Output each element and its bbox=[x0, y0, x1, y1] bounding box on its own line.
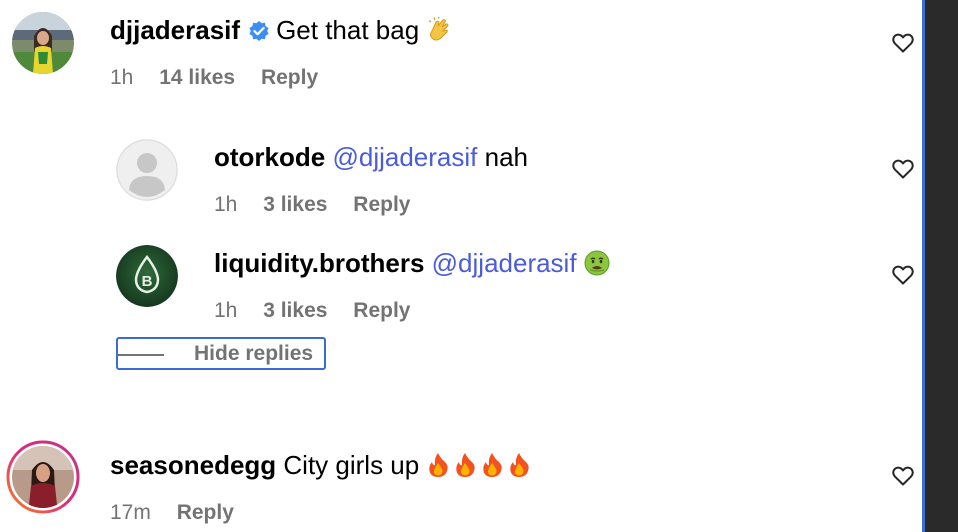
comment-text-line: djjaderasif Get that bag bbox=[110, 15, 452, 49]
comment-meta: 1h 14 likes Reply bbox=[110, 65, 338, 91]
reply-body: nah bbox=[484, 142, 528, 172]
avatar-seasonedegg[interactable] bbox=[6, 440, 80, 514]
fire-icon bbox=[426, 452, 534, 484]
comments-pane: djjaderasif Get that bag 1h 14 likes Repl… bbox=[0, 0, 922, 532]
reply-meta: 1h 3 likes Reply bbox=[214, 298, 430, 324]
reply-time[interactable]: 1h bbox=[214, 299, 237, 322]
avatar-liquidity-brothers[interactable]: B bbox=[116, 245, 178, 307]
comment-username[interactable]: seasonedegg bbox=[110, 450, 276, 480]
window-edge bbox=[922, 0, 925, 532]
avatar-djjaderasif[interactable] bbox=[12, 12, 74, 74]
comment-text-line: seasonedegg City girls up bbox=[110, 450, 534, 484]
heart-icon[interactable] bbox=[891, 464, 915, 488]
clapping-hands-icon bbox=[426, 16, 452, 49]
reply-button[interactable]: Reply bbox=[353, 299, 410, 322]
nauseated-face-icon bbox=[584, 250, 610, 282]
comment-username[interactable]: djjaderasif bbox=[110, 15, 240, 45]
reply-username[interactable]: otorkode bbox=[214, 142, 325, 172]
reply-button[interactable]: Reply bbox=[353, 193, 410, 216]
reply-text-line: otorkode @djjaderasif nah bbox=[214, 142, 528, 172]
comment-likes[interactable]: 14 likes bbox=[159, 66, 235, 89]
comment-time[interactable]: 17m bbox=[110, 501, 151, 524]
comment-body: Get that bag bbox=[276, 15, 420, 45]
hide-replies-button[interactable]: Hide replies bbox=[116, 337, 326, 370]
reply-meta: 1h 3 likes Reply bbox=[214, 192, 430, 218]
heart-icon[interactable] bbox=[891, 263, 915, 287]
mention-link[interactable]: @djjaderasif bbox=[432, 248, 577, 278]
default-avatar-icon bbox=[116, 139, 178, 201]
svg-text:B: B bbox=[142, 273, 153, 290]
reply-likes[interactable]: 3 likes bbox=[263, 193, 327, 216]
reply-time[interactable]: 1h bbox=[214, 193, 237, 216]
comment-body: City girls up bbox=[283, 450, 420, 480]
heart-icon[interactable] bbox=[891, 31, 915, 55]
reply-username[interactable]: liquidity.brothers bbox=[214, 248, 424, 278]
liquidity-logo-icon: B bbox=[116, 245, 178, 307]
avatar-otorkode[interactable] bbox=[116, 139, 178, 201]
reply-likes[interactable]: 3 likes bbox=[263, 299, 327, 322]
reply-button[interactable]: Reply bbox=[261, 66, 318, 89]
scrollbar[interactable] bbox=[922, 0, 958, 532]
heart-icon[interactable] bbox=[891, 157, 915, 181]
reply-button[interactable]: Reply bbox=[177, 501, 234, 524]
hide-replies-label: Hide replies bbox=[194, 342, 314, 365]
verified-badge-icon bbox=[248, 18, 270, 48]
reply-text-line: liquidity.brothers @djjaderasif bbox=[214, 248, 610, 282]
mention-link[interactable]: @djjaderasif bbox=[332, 142, 477, 172]
comment-time[interactable]: 1h bbox=[110, 66, 133, 89]
comment-meta: 17m Reply bbox=[110, 500, 254, 526]
hide-replies-divider bbox=[118, 354, 164, 356]
